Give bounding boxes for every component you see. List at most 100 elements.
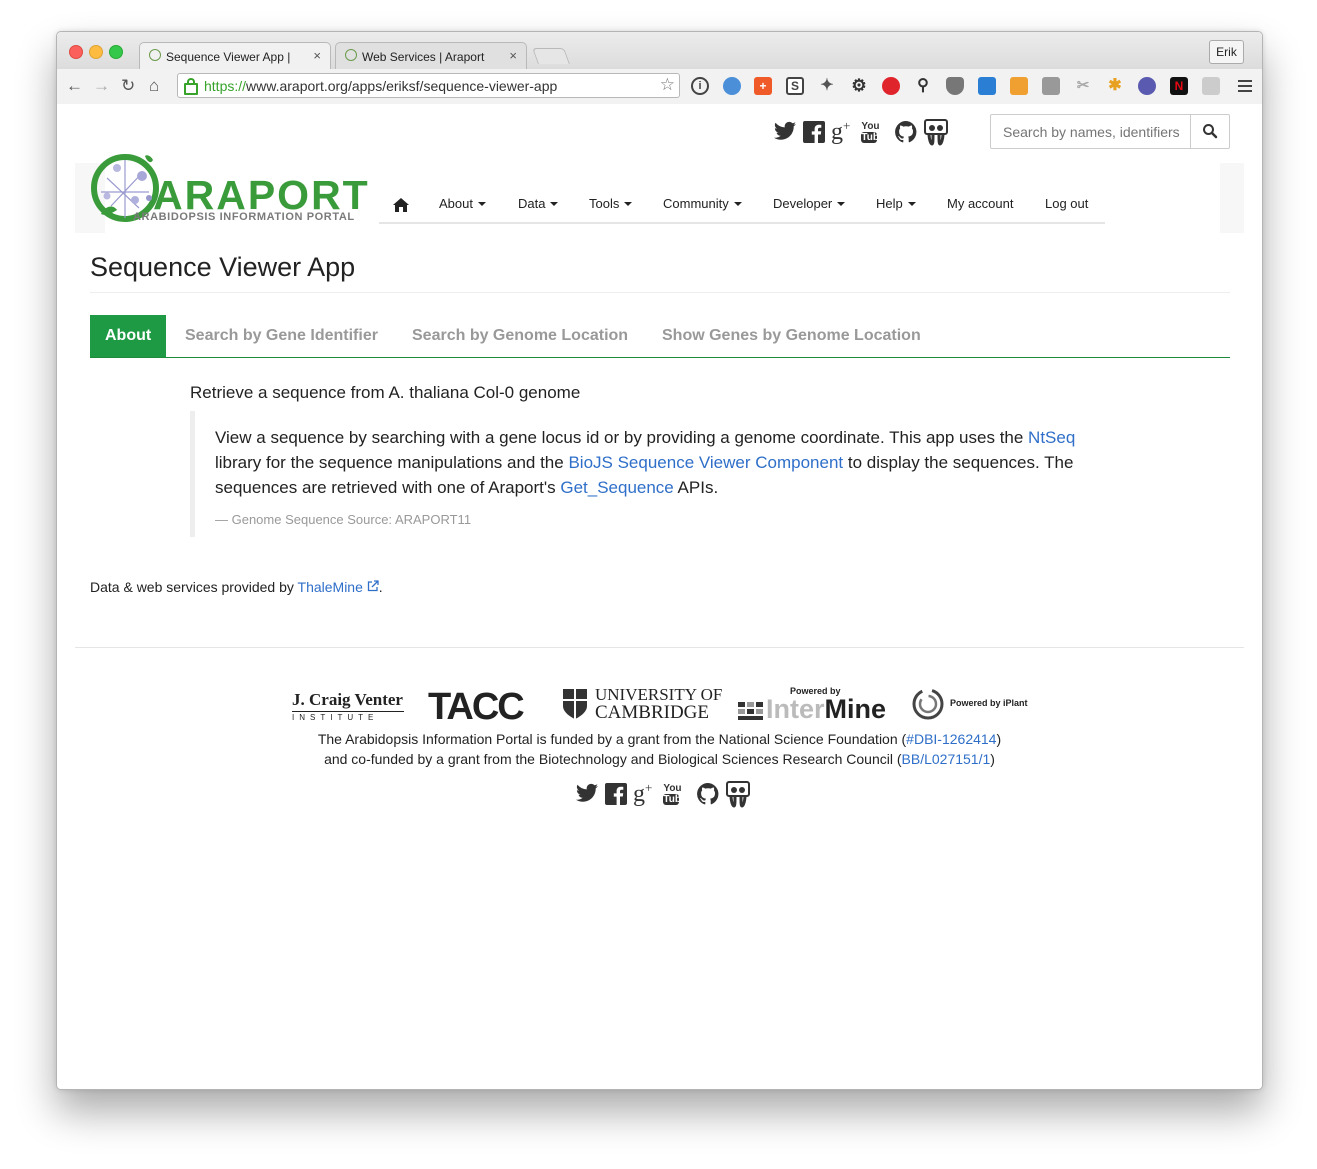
youtube-icon[interactable]: You Tube xyxy=(663,783,687,805)
google-plus-icon[interactable]: g+ xyxy=(831,118,850,146)
tab-close-icon[interactable]: × xyxy=(313,48,321,63)
light-extension-icon[interactable] xyxy=(1202,77,1220,95)
google-plus-icon[interactable]: g+ xyxy=(633,780,652,808)
cambridge-shield-icon xyxy=(563,689,587,719)
external-link-icon xyxy=(367,580,379,592)
biojs-link[interactable]: BioJS Sequence Viewer Component xyxy=(568,453,843,472)
purple-extension-icon[interactable] xyxy=(1138,77,1156,95)
main-nav: About Data Tools Community Developer Hel… xyxy=(379,190,1105,224)
nsf-grant-link[interactable]: #DBI-1262414 xyxy=(906,731,996,747)
twitter-icon[interactable] xyxy=(575,783,599,805)
facebook-icon[interactable] xyxy=(604,782,628,806)
description-text: View a sequence by searching with a gene… xyxy=(215,428,1076,497)
slideshare-icon[interactable] xyxy=(725,780,751,808)
site-search-input[interactable] xyxy=(991,115,1191,148)
nav-developer[interactable]: Developer xyxy=(773,196,846,211)
magnifier-extension-icon[interactable]: ⚲ xyxy=(914,77,932,95)
tab-search-gene-identifier[interactable]: Search by Gene Identifier xyxy=(185,315,378,357)
nav-community[interactable]: Community xyxy=(663,196,742,211)
web-page: g+ YouTube ARAPORT ARABIDOPSIS xyxy=(57,104,1262,1089)
search-icon xyxy=(1203,124,1218,139)
logo-subtitle: ARABIDOPSIS INFORMATION PORTAL xyxy=(133,211,355,223)
pin-extension-icon[interactable]: ✦ xyxy=(818,77,836,95)
profile-button[interactable]: Erik xyxy=(1209,40,1244,64)
red-extension-icon[interactable] xyxy=(882,77,900,95)
browser-window: Sequence Viewer App | Araport × Web Serv… xyxy=(56,31,1263,1090)
funding-line-bbsrc: and co-funded by a grant from the Biotec… xyxy=(324,751,995,767)
caret-down-icon xyxy=(837,202,846,206)
tab-close-icon[interactable]: × xyxy=(509,48,517,63)
thalemine-link[interactable]: ThaleMine xyxy=(298,579,379,595)
footer-social-links: g+ You Tube xyxy=(575,780,751,808)
url-text: https://www.araport.org/apps/eriksf/sequ… xyxy=(204,78,558,94)
github-icon[interactable] xyxy=(696,782,720,806)
tab-title: Sequence Viewer App | Araport xyxy=(166,50,290,64)
search-button[interactable] xyxy=(1190,115,1229,148)
scissors-extension-icon[interactable]: ✂ xyxy=(1074,77,1092,95)
tab-title: Web Services | Araport xyxy=(362,50,485,64)
nav-help[interactable]: Help xyxy=(876,196,916,211)
minimize-window-button[interactable] xyxy=(89,45,103,59)
nav-log-out[interactable]: Log out xyxy=(1045,196,1088,211)
nav-data[interactable]: Data xyxy=(518,196,559,211)
twitter-icon[interactable] xyxy=(773,121,797,143)
caret-down-icon xyxy=(624,202,633,206)
bbsrc-grant-link[interactable]: BB/L027151/1 xyxy=(902,751,991,767)
site-search xyxy=(990,114,1230,149)
reload-icon[interactable]: ↻ xyxy=(121,76,135,96)
star-extension-icon[interactable]: ✱ xyxy=(1106,77,1124,95)
close-window-button[interactable] xyxy=(69,45,83,59)
s-extension-icon[interactable]: S xyxy=(786,77,804,95)
github-icon[interactable] xyxy=(894,120,918,144)
section-heading: Retrieve a sequence from A. thaliana Col… xyxy=(190,383,581,402)
divider xyxy=(90,292,1230,293)
nav-my-account[interactable]: My account xyxy=(947,196,1013,211)
araport-favicon-icon xyxy=(149,49,161,61)
menu-icon[interactable] xyxy=(1238,77,1252,95)
footer-divider xyxy=(75,647,1244,648)
araport-favicon-icon xyxy=(345,49,357,61)
chrome-extension-icon[interactable] xyxy=(723,77,741,95)
blue-extension-icon[interactable] xyxy=(978,77,996,95)
nav-tools[interactable]: Tools xyxy=(589,196,633,211)
nav-about[interactable]: About xyxy=(439,196,486,211)
intermine-grid-icon xyxy=(738,702,763,720)
page-title: Sequence Viewer App xyxy=(90,252,356,282)
new-tab-button[interactable] xyxy=(532,48,570,64)
app-description: View a sequence by searching with a gene… xyxy=(190,411,1155,537)
tab-strip: Sequence Viewer App | Araport × Web Serv… xyxy=(57,32,1262,69)
grey-extension-icon[interactable] xyxy=(1042,77,1060,95)
ntseq-link[interactable]: NtSeq xyxy=(1028,428,1075,447)
bookmark-star-icon[interactable]: ☆ xyxy=(660,75,675,95)
forward-arrow-icon[interactable]: → xyxy=(93,76,110,96)
face-extension-icon[interactable] xyxy=(1010,77,1028,95)
plus-extension-icon[interactable]: + xyxy=(754,77,772,95)
jcvi-logo[interactable]: J. Craig Venter INSTITUTE xyxy=(292,690,404,722)
app-tabs: About Search by Gene Identifier Search b… xyxy=(90,315,1230,358)
get-sequence-link[interactable]: Get_Sequence xyxy=(560,478,673,497)
gear-extension-icon[interactable]: ⚙ xyxy=(850,77,868,95)
maximize-window-button[interactable] xyxy=(109,45,123,59)
funding-line-nsf: The Arabidopsis Information Portal is fu… xyxy=(317,731,1002,747)
facebook-icon[interactable] xyxy=(802,120,826,144)
home-icon[interactable]: ⌂ xyxy=(149,76,159,96)
tacc-logo[interactable]: TACC xyxy=(428,686,525,729)
address-bar[interactable]: https://www.araport.org/apps/eriksf/sequ… xyxy=(177,73,680,98)
tab-search-genome-location[interactable]: Search by Genome Location xyxy=(412,315,628,357)
tab-show-genes-genome-location[interactable]: Show Genes by Genome Location xyxy=(662,315,921,357)
back-arrow-icon[interactable]: ← xyxy=(66,76,83,96)
browser-tab[interactable]: Web Services | Araport × xyxy=(335,42,527,69)
browser-toolbar: ← → ↻ ⌂ https://www.araport.org/apps/eri… xyxy=(57,69,1262,105)
caret-down-icon xyxy=(477,202,486,206)
caret-down-icon xyxy=(733,202,742,206)
shield-extension-icon[interactable] xyxy=(946,77,964,95)
netflix-extension-icon[interactable]: N xyxy=(1170,77,1188,95)
sponsor-logos: J. Craig Venter INSTITUTE TACC UNIVERSIT… xyxy=(292,685,1028,729)
info-extension-icon[interactable]: i xyxy=(691,77,709,95)
youtube-icon[interactable]: You Tube xyxy=(861,121,885,143)
tab-about[interactable]: About xyxy=(90,315,167,357)
home-nav-icon[interactable] xyxy=(393,198,409,212)
lock-icon xyxy=(184,78,198,95)
browser-tab-active[interactable]: Sequence Viewer App | Araport × xyxy=(139,42,331,69)
slideshare-icon[interactable] xyxy=(923,118,949,146)
